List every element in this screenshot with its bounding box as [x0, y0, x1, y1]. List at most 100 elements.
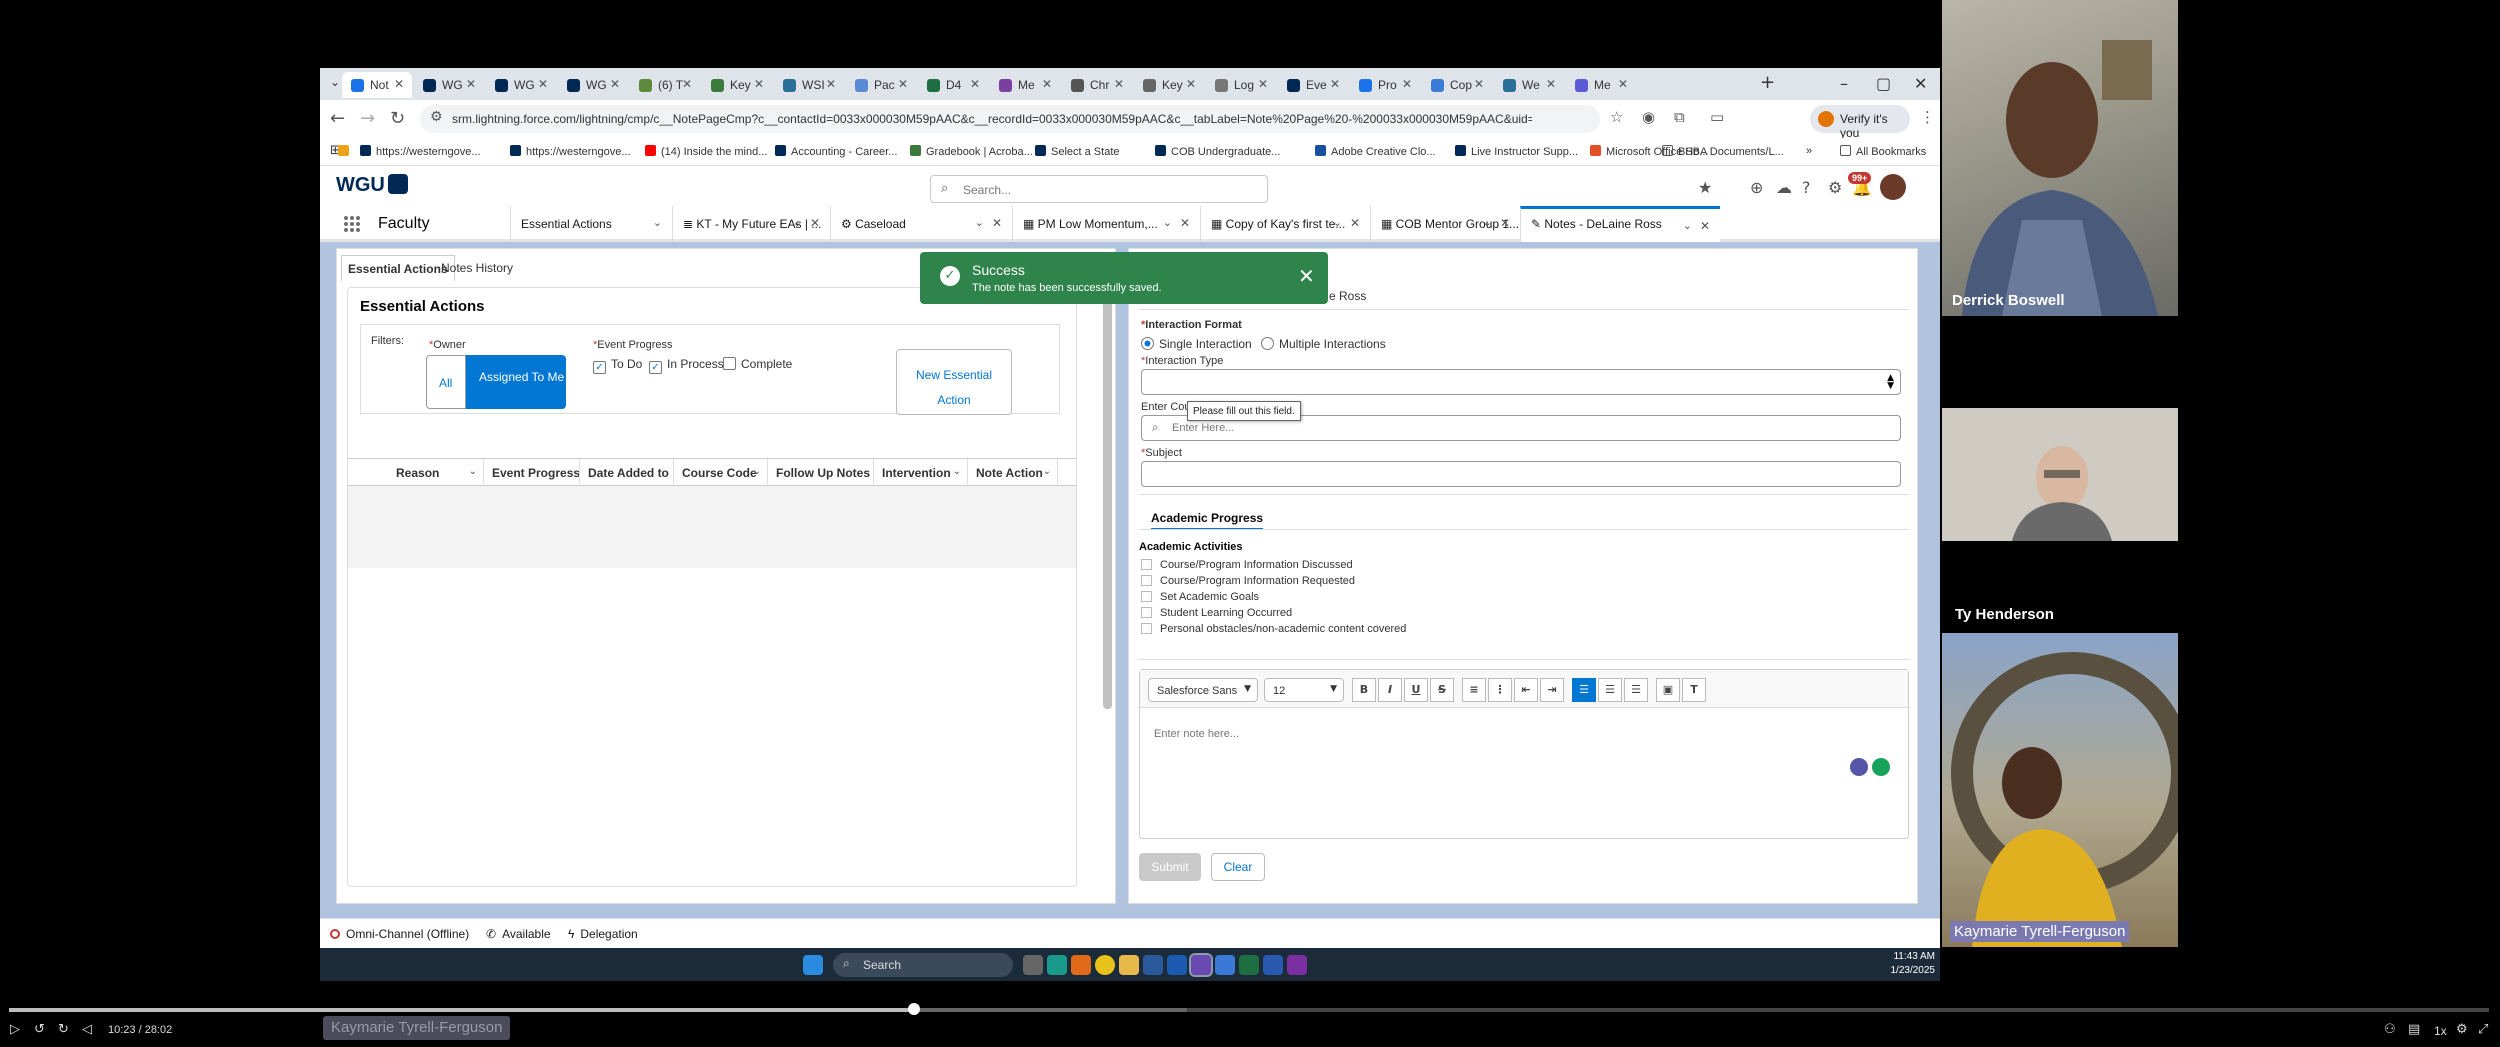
event-progress-checkbox[interactable]: Complete — [723, 357, 792, 371]
tab-close-icon[interactable]: ✕ — [1402, 77, 1412, 91]
delegation-item[interactable]: ϟ Delegation — [568, 927, 638, 941]
rich-text-editor[interactable]: Salesforce Sans ▼ 12 ▼ B I U S ≡ ⋮ ⇤ ⇥ ☰ ☰… — [1139, 669, 1909, 839]
reload-icon[interactable]: ↻ — [390, 108, 405, 129]
browser-tab[interactable]: Log ✕ — [1206, 72, 1276, 98]
tab-close-icon[interactable]: ✕ — [754, 77, 764, 91]
excel-icon[interactable] — [1239, 955, 1259, 975]
tab-search-icon[interactable]: ⌄ — [330, 75, 340, 89]
app-launcher-icon[interactable] — [344, 216, 360, 232]
close-icon[interactable]: ✕ — [992, 216, 1002, 230]
browser-tab[interactable]: Cop ✕ — [1422, 72, 1492, 98]
academic-activity-checkbox[interactable]: Personal obstacles/non-academic content … — [1141, 623, 1406, 635]
bookmark-star-icon[interactable]: ☆ — [1610, 108, 1623, 126]
available-item[interactable]: ✆ Available — [486, 927, 551, 941]
tab-close-icon[interactable]: ✕ — [898, 77, 908, 91]
close-icon[interactable]: ✕ — [810, 216, 820, 230]
new-essential-action-button[interactable]: New Essential Action — [896, 349, 1012, 415]
taskbar-search[interactable]: ⌕ Search — [833, 953, 1013, 977]
interaction-type-select[interactable]: ▲ ▼ — [1141, 369, 1901, 395]
trailhead-icon[interactable]: ☁ — [1776, 178, 1792, 197]
chevron-down-icon[interactable]: ⌄ — [1163, 216, 1172, 229]
align-right-icon[interactable]: ☰ — [1624, 678, 1648, 702]
submit-button[interactable]: Submit — [1139, 853, 1201, 881]
underline-icon[interactable]: U — [1404, 678, 1428, 702]
radio-multiple-interactions[interactable]: Multiple Interactions — [1261, 337, 1386, 351]
column-header[interactable]: Follow Up Notes — [768, 459, 874, 487]
browser-tab[interactable]: (6) T ✕ — [630, 72, 700, 98]
bookmark-folder[interactable]: BSBA Documents/L... — [1662, 145, 1784, 158]
task-view-icon[interactable] — [1023, 955, 1043, 975]
scrollbar[interactable] — [1103, 289, 1112, 709]
extension-icon[interactable]: ◉ — [1642, 108, 1655, 126]
tab-close-icon[interactable]: ✕ — [610, 77, 620, 91]
browser-tab[interactable]: Not ✕ — [342, 72, 412, 98]
avatar[interactable] — [1880, 174, 1906, 200]
toast-close-icon[interactable]: ✕ — [1298, 264, 1315, 288]
add-icon[interactable]: ⊕ — [1750, 178, 1763, 197]
more-bookmarks-icon[interactable]: » — [1806, 145, 1812, 157]
console-tab[interactable]: ▦ COB Mentor Group 1... ⌄ ✕ — [1370, 206, 1520, 242]
address-field[interactable]: ⚙ srm.lightning.force.com/lightning/cmp/… — [420, 105, 1600, 133]
owner-all-button[interactable]: All — [426, 355, 466, 409]
outlook-icon[interactable] — [1167, 955, 1187, 975]
tab-close-icon[interactable]: ✕ — [1474, 77, 1484, 91]
chevron-down-icon[interactable]: ⌄ — [1333, 216, 1342, 229]
chevron-down-icon[interactable]: ⌄ — [953, 466, 961, 477]
console-tab[interactable]: ✎ Notes - DeLaine Ross ⌄ ✕ — [1520, 206, 1720, 242]
console-tab[interactable]: ▦ PM Low Momentum,... ⌄ ✕ — [1012, 206, 1200, 242]
seek-bar[interactable] — [9, 1003, 2489, 1015]
browser-tab[interactable]: Key ✕ — [1134, 72, 1204, 98]
onenote-icon[interactable] — [1287, 955, 1307, 975]
academic-activity-checkbox[interactable]: Course/Program Information Discussed — [1141, 559, 1353, 571]
browser-tab[interactable]: Chr ✕ — [1062, 72, 1132, 98]
word-icon[interactable] — [1263, 955, 1283, 975]
site-info-icon[interactable]: ⚙ — [430, 109, 443, 125]
chevron-down-icon[interactable]: ⌄ — [1683, 219, 1692, 232]
close-icon[interactable]: ✕ — [1700, 219, 1710, 233]
bookmark-item[interactable]: https://westerngove... — [360, 145, 481, 158]
start-icon[interactable] — [803, 955, 823, 975]
people-icon[interactable]: ⚇ — [2384, 1022, 2396, 1037]
align-left-icon[interactable]: ☰ — [1572, 678, 1596, 702]
subject-input[interactable] — [1141, 461, 1901, 487]
align-center-icon[interactable]: ☰ — [1598, 678, 1622, 702]
setup-gear-icon[interactable]: ⚙ — [1828, 178, 1842, 197]
indent-icon[interactable]: ⇥ — [1540, 678, 1564, 702]
clear-button[interactable]: Clear — [1211, 853, 1265, 881]
file-explorer-icon[interactable] — [1119, 955, 1139, 975]
bookmark-item[interactable]: (14) Inside the mind... — [645, 145, 767, 158]
verify-button[interactable]: Verify it's you — [1810, 105, 1910, 140]
tab-close-icon[interactable]: ✕ — [1186, 77, 1196, 91]
font-family-select[interactable]: Salesforce Sans ▼ — [1148, 678, 1258, 702]
strikethrough-icon[interactable]: S — [1430, 678, 1454, 702]
teams-icon[interactable] — [1189, 953, 1213, 977]
bookmark-item[interactable]: COB Undergraduate... — [1155, 145, 1280, 158]
browser-tab[interactable]: WG ✕ — [558, 72, 628, 98]
console-tab[interactable]: ≣ KT - My Future EAs | ... ⌄ ✕ — [672, 206, 830, 242]
outdent-icon[interactable]: ⇤ — [1514, 678, 1538, 702]
tab-close-icon[interactable]: ✕ — [538, 77, 548, 91]
tab-close-icon[interactable]: ✕ — [826, 77, 836, 91]
speed-button[interactable]: 1x — [2434, 1024, 2447, 1038]
clear-format-icon[interactable]: T — [1682, 678, 1706, 702]
omni-channel-item[interactable]: Omni-Channel (Offline) — [330, 927, 469, 941]
grammarly-icon[interactable] — [1872, 758, 1890, 776]
seek-knob[interactable] — [908, 1003, 921, 1015]
chevron-down-icon[interactable]: ⌄ — [469, 466, 477, 477]
close-icon[interactable]: ✕ — [1350, 216, 1360, 230]
image-icon[interactable]: ▣ — [1656, 678, 1680, 702]
tab-close-icon[interactable]: ✕ — [682, 77, 692, 91]
tab-academic-progress[interactable]: Academic Progress — [1151, 511, 1264, 530]
bookmark-item[interactable]: https://westerngove... — [510, 145, 631, 158]
tab-close-icon[interactable]: ✕ — [970, 77, 980, 91]
owner-assigned-to-me-button[interactable]: Assigned To Me — [466, 355, 566, 409]
favorites-icon[interactable]: ★ — [1698, 178, 1712, 197]
puzzle-icon[interactable]: ⧉ — [1674, 108, 1685, 126]
event-progress-checkbox[interactable]: ✓ To Do — [593, 357, 642, 374]
academic-activity-checkbox[interactable]: Set Academic Goals — [1141, 591, 1259, 603]
event-progress-checkbox[interactable]: ✓ In Process — [649, 357, 724, 374]
radio-single-interaction[interactable]: Single Interaction — [1141, 337, 1252, 351]
menu-icon[interactable]: ⋮ — [1920, 108, 1935, 126]
tab-close-icon[interactable]: ✕ — [394, 77, 404, 91]
numbered-list-icon[interactable]: ⋮ — [1488, 678, 1512, 702]
